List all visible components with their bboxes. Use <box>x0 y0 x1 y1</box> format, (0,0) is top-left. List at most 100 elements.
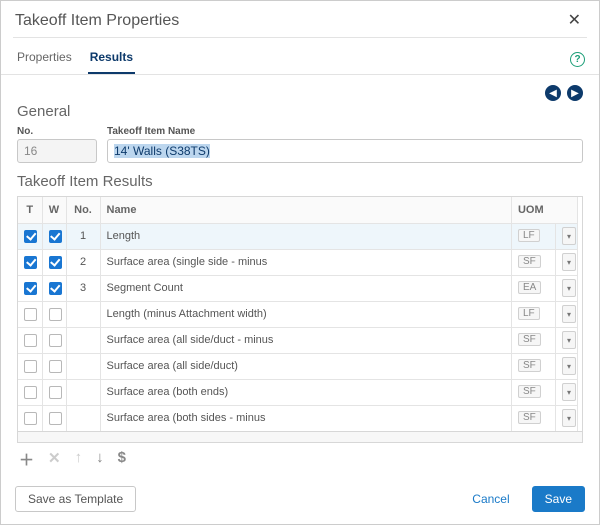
table-row[interactable]: 3Segment CountEA ▾ <box>18 275 578 301</box>
col-t[interactable]: T <box>18 197 42 223</box>
cell-no <box>66 327 100 353</box>
delete-row-icon[interactable]: ✕ <box>48 449 61 470</box>
close-icon[interactable]: ✕ <box>564 11 585 31</box>
chevron-down-icon: ▾ <box>562 227 576 245</box>
move-down-icon[interactable]: ↓ <box>96 449 104 470</box>
checkbox-w[interactable] <box>49 282 62 295</box>
move-up-icon[interactable]: ↑ <box>75 449 83 470</box>
cell-uom: SF <box>511 405 555 431</box>
cell-name: Surface area (single side - minus <box>100 249 511 275</box>
cell-uom-caret[interactable]: ▾ <box>555 353 577 379</box>
checkbox-t[interactable] <box>24 386 37 399</box>
tabs-row: Properties Results ? <box>1 44 599 75</box>
next-record-icon[interactable]: ▶ <box>567 85 583 101</box>
checkbox-t[interactable] <box>24 256 37 269</box>
cell-name: Surface area (all side/duct) <box>100 353 511 379</box>
cell-no: 2 <box>66 249 100 275</box>
cell-uom-caret[interactable]: ▾ <box>555 405 577 431</box>
cell-uom-caret[interactable]: ▾ <box>555 223 577 249</box>
chevron-down-icon: ▾ <box>562 305 576 323</box>
cell-no: 3 <box>66 275 100 301</box>
cell-uom: EA <box>511 275 555 301</box>
cell-uom: SF <box>511 249 555 275</box>
results-section: Takeoff Item Results T W No. Name UOM <box>17 173 583 476</box>
checkbox-w[interactable] <box>49 256 62 269</box>
tab-properties[interactable]: Properties <box>15 44 74 74</box>
checkbox-w[interactable] <box>49 412 62 425</box>
col-w[interactable]: W <box>42 197 66 223</box>
checkbox-t[interactable] <box>24 334 37 347</box>
record-nav: ◀ ▶ <box>17 85 583 101</box>
label-no: No. <box>17 126 97 137</box>
tab-results[interactable]: Results <box>88 44 135 74</box>
dialog-footer: Save as Template Cancel Save <box>1 476 599 524</box>
chevron-down-icon: ▾ <box>562 357 576 375</box>
table-row[interactable]: Surface area (all side/duct - minusSF▾ <box>18 327 578 353</box>
checkbox-t[interactable] <box>24 282 37 295</box>
input-item-name[interactable]: 14' Walls (S38TS) <box>107 139 583 163</box>
checkbox-t[interactable] <box>24 230 37 243</box>
table-row[interactable]: Surface area (all side/duct)SF ▾ <box>18 353 578 379</box>
checkbox-w[interactable] <box>49 334 62 347</box>
col-uom[interactable]: UOM <box>511 197 577 223</box>
cell-uom: LF <box>511 223 555 249</box>
cell-no <box>66 405 100 431</box>
field-item-name: Takeoff Item Name 14' Walls (S38TS) <box>107 126 583 163</box>
checkbox-w[interactable] <box>49 386 62 399</box>
cell-uom-caret[interactable]: ▾ <box>555 327 577 353</box>
table-row[interactable]: 1LengthLF▾ <box>18 223 578 249</box>
cell-name: Surface area (all side/duct - minus <box>100 327 511 353</box>
cell-name: Length (minus Attachment width) <box>100 301 511 327</box>
cell-name: Surface area (both sides - minus <box>100 405 511 431</box>
table-row[interactable]: 2Surface area (single side - minusSF ▾ <box>18 249 578 275</box>
save-button[interactable]: Save <box>532 486 585 512</box>
title-underline <box>13 37 587 38</box>
chevron-down-icon: ▾ <box>562 279 576 297</box>
cell-name: Surface area (both ends) <box>100 379 511 405</box>
chevron-down-icon: ▾ <box>562 253 576 271</box>
cell-no <box>66 379 100 405</box>
cell-name: Surface area (both sides) <box>100 431 511 432</box>
section-heading-results: Takeoff Item Results <box>17 173 583 190</box>
title-bar: Takeoff Item Properties ✕ <box>1 1 599 37</box>
cell-no <box>66 301 100 327</box>
cell-name: Segment Count <box>100 275 511 301</box>
table-row[interactable]: Surface area (both sides)SF▾ <box>18 431 578 432</box>
cell-uom-caret[interactable]: ▾ <box>555 301 577 327</box>
add-row-icon[interactable]: ＋ <box>19 449 34 470</box>
checkbox-t[interactable] <box>24 308 37 321</box>
cell-uom: SF <box>511 353 555 379</box>
cell-uom: LF <box>511 301 555 327</box>
input-no <box>17 139 97 163</box>
col-name[interactable]: Name <box>100 197 511 223</box>
horizontal-scrollbar[interactable] <box>17 432 583 443</box>
prev-record-icon[interactable]: ◀ <box>545 85 561 101</box>
cell-uom: SF <box>511 431 555 432</box>
label-item-name: Takeoff Item Name <box>107 126 583 137</box>
checkbox-w[interactable] <box>49 360 62 373</box>
cell-name: Length <box>100 223 511 249</box>
save-as-template-button[interactable]: Save as Template <box>15 486 136 512</box>
table-row[interactable]: Length (minus Attachment width)LF ▾ <box>18 301 578 327</box>
checkbox-t[interactable] <box>24 412 37 425</box>
cell-uom: SF <box>511 379 555 405</box>
chevron-down-icon: ▾ <box>562 383 576 401</box>
results-table-wrap[interactable]: T W No. Name UOM 1LengthLF▾2Surface area… <box>17 196 583 432</box>
cell-uom-caret[interactable]: ▾ <box>555 275 577 301</box>
chevron-down-icon: ▾ <box>562 409 576 427</box>
cancel-button[interactable]: Cancel <box>460 487 521 511</box>
cell-uom-caret[interactable]: ▾ <box>555 379 577 405</box>
help-icon[interactable]: ? <box>570 52 585 67</box>
field-no: No. <box>17 126 97 163</box>
checkbox-w[interactable] <box>49 230 62 243</box>
table-row[interactable]: Surface area (both sides - minusSF▾ <box>18 405 578 431</box>
section-heading-general: General <box>17 103 583 120</box>
col-no[interactable]: No. <box>66 197 100 223</box>
cell-uom-caret[interactable]: ▾ <box>555 431 577 432</box>
table-row[interactable]: Surface area (both ends)SF ▾ <box>18 379 578 405</box>
currency-icon[interactable]: $ <box>118 449 126 470</box>
cell-uom-caret[interactable]: ▾ <box>555 249 577 275</box>
checkbox-w[interactable] <box>49 308 62 321</box>
results-table: T W No. Name UOM 1LengthLF▾2Surface area… <box>18 197 578 432</box>
checkbox-t[interactable] <box>24 360 37 373</box>
